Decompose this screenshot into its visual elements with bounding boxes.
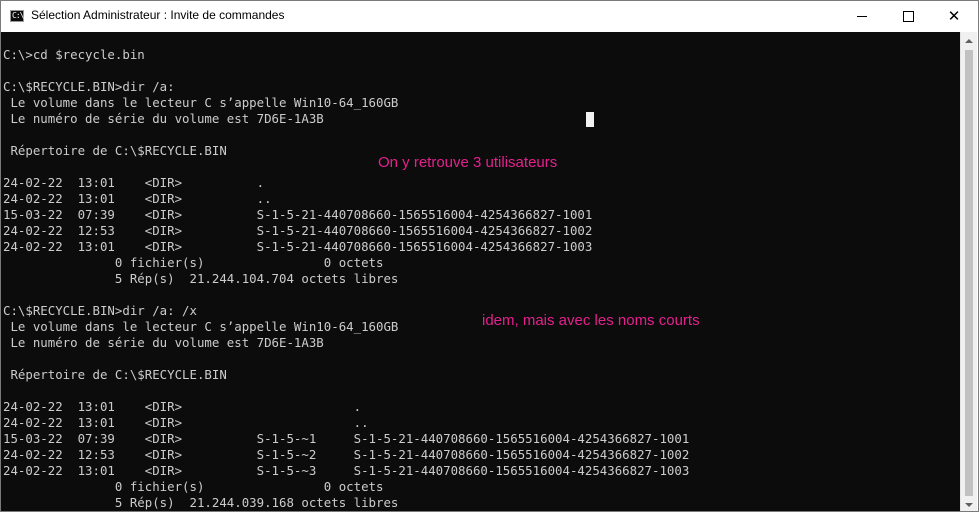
command-prompt-window: C:\ Sélection Administrateur : Invite de… [0, 0, 979, 512]
maximize-button[interactable] [885, 1, 931, 32]
console-line: 24-02-22 12:53 <DIR> S-1-5-21-440708660-… [3, 223, 593, 238]
console-area[interactable]: C:\>cd $recycle.bin C:\$RECYCLE.BIN>dir /… [1, 32, 962, 511]
console-line: C:\>cd $recycle.bin [3, 47, 145, 62]
cmd-icon[interactable]: C:\ [10, 10, 24, 22]
vertical-scrollbar[interactable] [960, 32, 977, 511]
minimize-icon [857, 16, 867, 17]
console-line: Répertoire de C:\$RECYCLE.BIN [3, 143, 227, 158]
console-line: 0 fichier(s) 0 octets [3, 479, 384, 494]
console-line: Le numéro de série du volume est 7D6E-1A… [3, 335, 324, 350]
minimize-button[interactable] [839, 1, 885, 32]
scroll-up-arrow-icon [965, 38, 973, 43]
title-bar[interactable]: C:\ Sélection Administrateur : Invite de… [1, 1, 978, 32]
console-line: 5 Rép(s) 21.244.039.168 octets libres [3, 495, 399, 510]
console-line: 24-02-22 13:01 <DIR> . [3, 175, 265, 190]
annotation-three-users: On y retrouve 3 utilisateurs [378, 154, 558, 171]
annotation-short-names: idem, mais avec les noms courts [482, 312, 700, 329]
console-line: 24-02-22 13:01 <DIR> S-1-5-21-440708660-… [3, 239, 593, 254]
console-line: 24-02-22 13:01 <DIR> .. [3, 415, 369, 430]
scroll-down-button[interactable] [961, 496, 977, 511]
scroll-thumb[interactable] [965, 50, 973, 496]
console-line: 15-03-22 07:39 <DIR> S-1-5-~1 S-1-5-21-4… [3, 431, 690, 446]
cmd-icon-glyph: C:\ [12, 11, 24, 20]
close-icon: ✕ [947, 7, 961, 25]
scroll-up-button[interactable] [961, 32, 977, 49]
window-title: Sélection Administrateur : Invite de com… [31, 8, 285, 22]
text-cursor [586, 112, 594, 127]
console-line: C:\$RECYCLE.BIN>dir /a: [3, 79, 175, 94]
console-line: 15-03-22 07:39 <DIR> S-1-5-21-440708660-… [3, 207, 593, 222]
console-line: 24-02-22 13:01 <DIR> S-1-5-~3 S-1-5-21-4… [3, 463, 690, 478]
console-line: 24-02-22 13:01 <DIR> .. [3, 191, 272, 206]
close-button[interactable]: ✕ [931, 1, 977, 32]
console-line: Répertoire de C:\$RECYCLE.BIN [3, 367, 227, 382]
maximize-icon [902, 11, 914, 22]
console-line: 5 Rép(s) 21.244.104.704 octets libres [3, 271, 399, 286]
console-line: Le volume dans le lecteur C s’appelle Wi… [3, 95, 399, 110]
scroll-down-arrow-icon [965, 502, 973, 507]
console-line: 24-02-22 13:01 <DIR> . [3, 399, 362, 414]
console-line: 0 fichier(s) 0 octets [3, 255, 384, 270]
console-line: 24-02-22 12:53 <DIR> S-1-5-~2 S-1-5-21-4… [3, 447, 690, 462]
